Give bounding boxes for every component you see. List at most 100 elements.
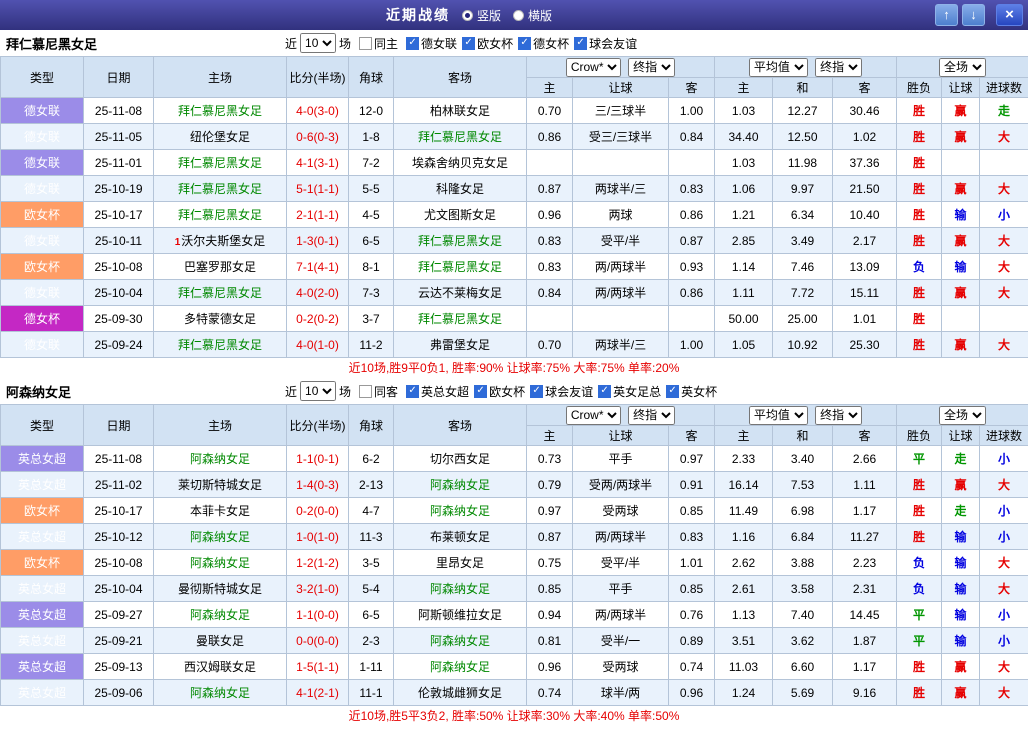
away-team[interactable]: 阿斯顿维拉女足	[394, 602, 527, 628]
europe-odds-select[interactable]: 平均值	[749, 58, 808, 77]
same-venue-label: 同客	[374, 383, 398, 400]
league-type-badge: 欧女杯	[1, 202, 84, 228]
match-score: 4-1(3-1)	[287, 150, 349, 176]
home-team[interactable]: 本菲卡女足	[154, 498, 287, 524]
europe-stage-select[interactable]: 终指	[815, 406, 862, 425]
home-team[interactable]: 阿森纳女足	[154, 602, 287, 628]
league-filter-checkbox[interactable]: ✓德女联	[406, 35, 457, 52]
home-team[interactable]: 拜仁慕尼黑女足	[154, 332, 287, 358]
league-filter-checkbox[interactable]: ✓德女杯	[518, 35, 569, 52]
europe-stage-select[interactable]: 终指	[815, 58, 862, 77]
same-venue-checkbox[interactable]: 同客	[359, 383, 398, 400]
col-goals: 进球数	[980, 78, 1028, 98]
close-button[interactable]: ×	[996, 4, 1023, 26]
home-team[interactable]: 拜仁慕尼黑女足	[154, 202, 287, 228]
away-team[interactable]: 拜仁慕尼黑女足	[394, 306, 527, 332]
match-count-select[interactable]: 10	[300, 381, 336, 401]
home-team[interactable]: 拜仁慕尼黑女足	[154, 98, 287, 124]
match-row: 英总女超25-09-27阿森纳女足1-1(0-0)6-5阿斯顿维拉女足0.94两…	[1, 602, 1028, 628]
scroll-down-button[interactable]: ↓	[962, 4, 985, 26]
match-row: 英总女超25-10-12阿森纳女足1-0(1-0)11-3布莱顿女足0.87两/…	[1, 524, 1028, 550]
home-team[interactable]: 拜仁慕尼黑女足	[154, 150, 287, 176]
away-team[interactable]: 拜仁慕尼黑女足	[394, 254, 527, 280]
home-team[interactable]: 阿森纳女足	[154, 550, 287, 576]
home-team[interactable]: 纽伦堡女足	[154, 124, 287, 150]
col-corner: 角球	[349, 405, 394, 446]
away-team[interactable]: 科隆女足	[394, 176, 527, 202]
away-team[interactable]: 布莱顿女足	[394, 524, 527, 550]
same-venue-checkbox[interactable]: 同主	[359, 35, 398, 52]
col-asia-home: 主	[527, 78, 573, 98]
asia-home-odds: 0.94	[527, 602, 573, 628]
match-row: 英总女超25-11-02莱切斯特城女足1-4(0-3)2-13阿森纳女足0.79…	[1, 472, 1028, 498]
bookmaker-select[interactable]: Crow*	[566, 406, 621, 425]
scope-select[interactable]: 全场	[939, 406, 986, 425]
away-team[interactable]: 伦敦城雌狮女足	[394, 680, 527, 706]
home-team[interactable]: 多特蒙德女足	[154, 306, 287, 332]
league-type-badge: 德女联	[1, 228, 84, 254]
league-filter-checkbox[interactable]: ✓欧女杯	[462, 35, 513, 52]
match-score: 1-0(1-0)	[287, 524, 349, 550]
league-filter-checkbox[interactable]: ✓英女杯	[666, 383, 717, 400]
home-team[interactable]: 西汉姆联女足	[154, 654, 287, 680]
match-count-select[interactable]: 10	[300, 33, 336, 53]
home-team[interactable]: 阿森纳女足	[154, 524, 287, 550]
home-team[interactable]: 1沃尔夫斯堡女足	[154, 228, 287, 254]
home-team[interactable]: 曼彻斯特城女足	[154, 576, 287, 602]
league-type-badge: 英总女超	[1, 680, 84, 706]
home-team[interactable]: 巴塞罗那女足	[154, 254, 287, 280]
away-team[interactable]: 弗雷堡女足	[394, 332, 527, 358]
bookmaker-stage-select[interactable]: 终指	[628, 406, 675, 425]
euro-away-odds: 37.36	[833, 150, 897, 176]
euro-home-odds: 1.03	[715, 98, 773, 124]
home-team[interactable]: 拜仁慕尼黑女足	[154, 176, 287, 202]
league-filter-checkbox[interactable]: ✓英总女超	[406, 383, 469, 400]
checkbox-checked-icon: ✓	[406, 37, 419, 50]
away-team[interactable]: 阿森纳女足	[394, 498, 527, 524]
checkbox-unchecked-icon	[359, 37, 372, 50]
away-team[interactable]: 阿森纳女足	[394, 472, 527, 498]
home-team[interactable]: 拜仁慕尼黑女足	[154, 280, 287, 306]
away-team[interactable]: 拜仁慕尼黑女足	[394, 124, 527, 150]
home-team[interactable]: 阿森纳女足	[154, 446, 287, 472]
games-label: 场	[339, 35, 351, 52]
away-team[interactable]: 阿森纳女足	[394, 654, 527, 680]
europe-odds-select[interactable]: 平均值	[749, 406, 808, 425]
scroll-up-button[interactable]: ↑	[935, 4, 958, 26]
match-score: 5-1(1-1)	[287, 176, 349, 202]
euro-draw-odds: 11.98	[773, 150, 833, 176]
away-team[interactable]: 尤文图斯女足	[394, 202, 527, 228]
bookmaker-select[interactable]: Crow*	[566, 58, 621, 77]
league-filter-checkbox[interactable]: ✓欧女杯	[474, 383, 525, 400]
goals-result: 小	[980, 446, 1028, 472]
league-filter-checkbox[interactable]: ✓球会友谊	[574, 35, 637, 52]
euro-draw-odds: 5.69	[773, 680, 833, 706]
euro-away-odds: 1.02	[833, 124, 897, 150]
radio-horizontal-layout[interactable]: 横版	[513, 7, 552, 24]
radio-vertical-layout[interactable]: 竖版	[462, 7, 501, 24]
goals-result: 大	[980, 176, 1028, 202]
euro-draw-odds: 6.84	[773, 524, 833, 550]
bookmaker-stage-select[interactable]: 终指	[628, 58, 675, 77]
euro-draw-odds: 9.97	[773, 176, 833, 202]
col-handicap-result: 让球	[942, 426, 980, 446]
match-score: 4-0(2-0)	[287, 280, 349, 306]
home-team[interactable]: 曼联女足	[154, 628, 287, 654]
col-asia-handicap: 让球	[573, 426, 669, 446]
away-team[interactable]: 柏林联女足	[394, 98, 527, 124]
scope-select[interactable]: 全场	[939, 58, 986, 77]
away-team[interactable]: 云达不莱梅女足	[394, 280, 527, 306]
away-team[interactable]: 里昂女足	[394, 550, 527, 576]
home-team[interactable]: 阿森纳女足	[154, 680, 287, 706]
away-team[interactable]: 阿森纳女足	[394, 576, 527, 602]
radio-selected-icon	[462, 10, 473, 21]
radio-vertical-label: 竖版	[477, 7, 501, 24]
match-score: 7-1(4-1)	[287, 254, 349, 280]
away-team[interactable]: 埃森舍纳贝克女足	[394, 150, 527, 176]
home-team[interactable]: 莱切斯特城女足	[154, 472, 287, 498]
league-filter-checkbox[interactable]: ✓英女足总	[598, 383, 661, 400]
away-team[interactable]: 阿森纳女足	[394, 628, 527, 654]
away-team[interactable]: 切尔西女足	[394, 446, 527, 472]
league-filter-checkbox[interactable]: ✓球会友谊	[530, 383, 593, 400]
away-team[interactable]: 拜仁慕尼黑女足	[394, 228, 527, 254]
